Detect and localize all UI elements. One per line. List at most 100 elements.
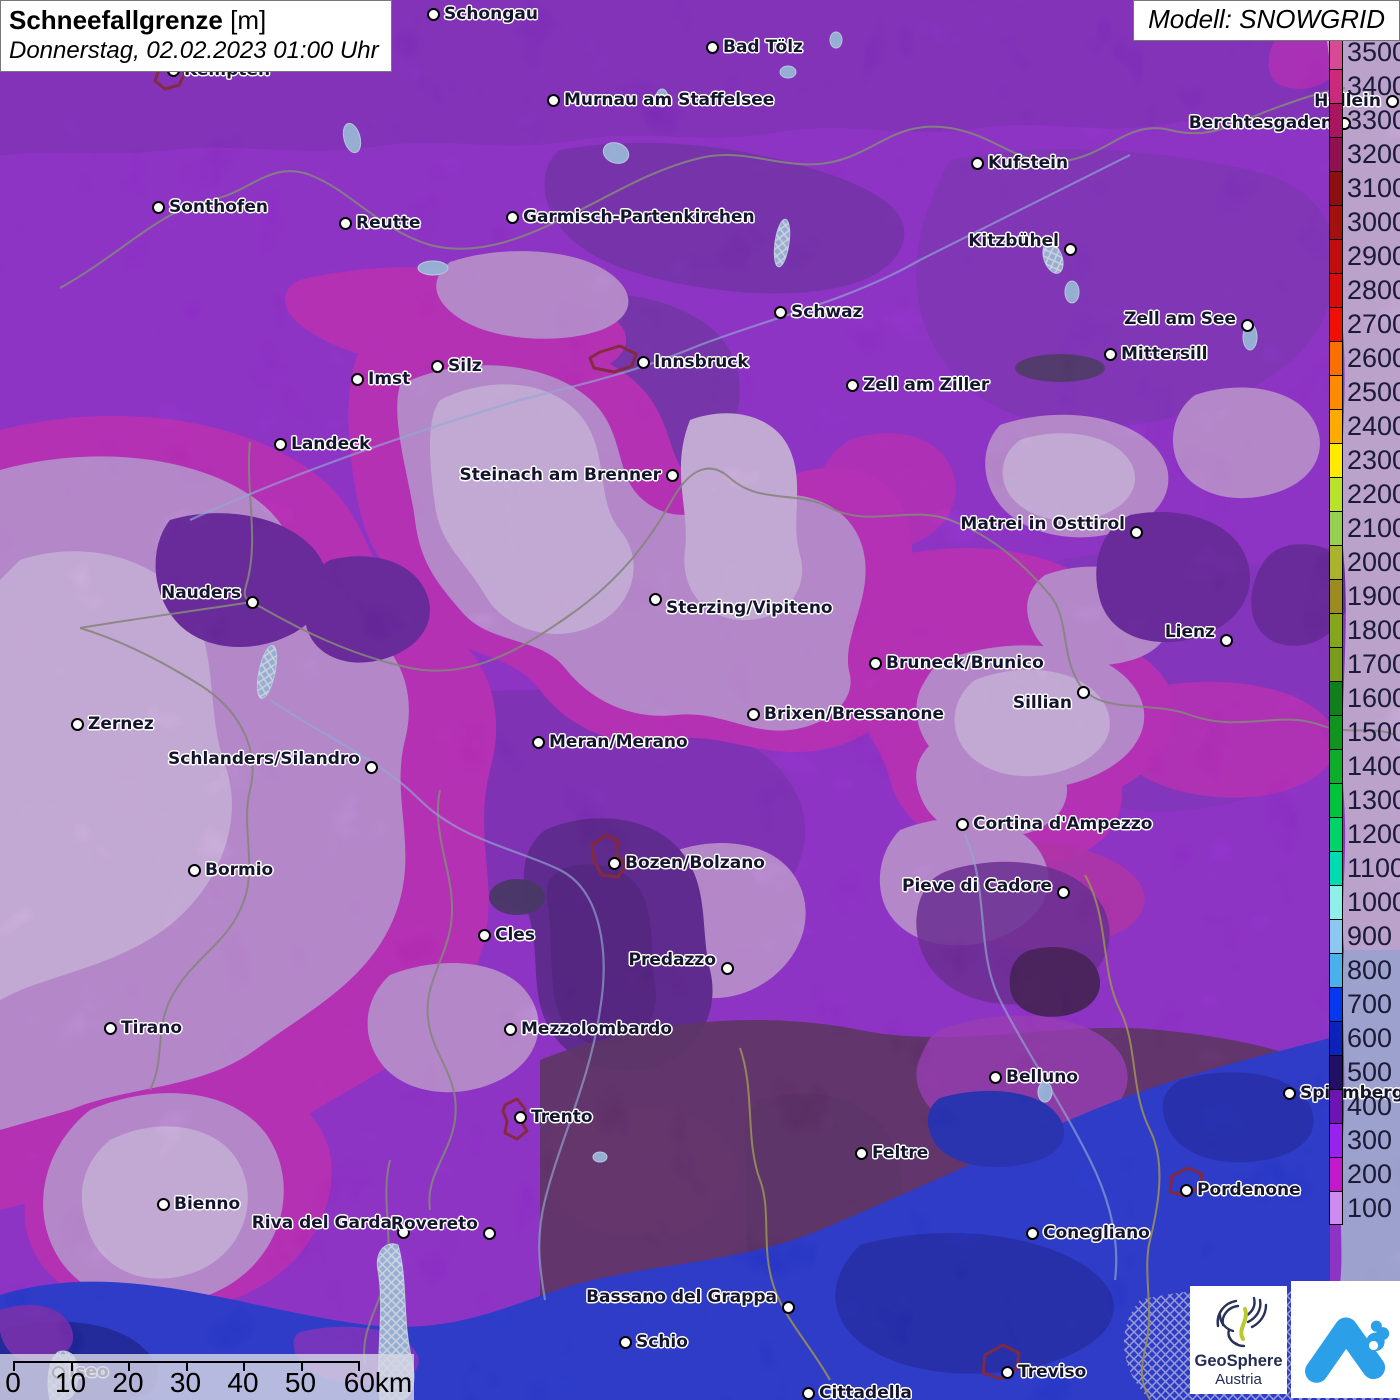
- city-dot: [478, 929, 491, 942]
- weather-map-screenshot: SchongauBad TölzKemptenMurnau am Staffel…: [0, 0, 1400, 1400]
- colorbar-swatch: [1329, 1157, 1343, 1191]
- colorbar-swatch: [1329, 919, 1343, 953]
- colorbar-segment-2400: 2400: [1329, 409, 1400, 443]
- city-label: Bassano del Grappa: [586, 1287, 777, 1307]
- colorbar-value: 2400: [1347, 409, 1400, 443]
- colorbar-segment-400: 400: [1329, 1089, 1400, 1123]
- colorbar-segment-1300: 1300: [1329, 783, 1400, 817]
- colorbar-segment-2000: 2000: [1329, 545, 1400, 579]
- colorbar-value: 1800: [1347, 613, 1400, 647]
- colorbar-swatch: [1329, 171, 1343, 205]
- city-dot: [427, 8, 440, 21]
- colorbar-segment-2900: 2900: [1329, 239, 1400, 273]
- city-dot: [774, 306, 787, 319]
- colorbar-segment-3000: 3000: [1329, 205, 1400, 239]
- city-dot: [637, 356, 650, 369]
- colorbar-value: 2100: [1347, 511, 1400, 545]
- colorbar-value: 1600: [1347, 681, 1400, 715]
- geosphere-logo-subtext: Austria: [1190, 1371, 1287, 1388]
- colorbar-value: 1200: [1347, 817, 1400, 851]
- city-dot: [1026, 1227, 1039, 1240]
- colorbar-swatch: [1329, 783, 1343, 817]
- city-dot: [246, 596, 259, 609]
- title-unit: [m]: [230, 5, 266, 35]
- mountain-cloud-icon: [1300, 1294, 1392, 1386]
- city-dot: [188, 864, 201, 877]
- colorbar-swatch: [1329, 375, 1343, 409]
- city-dot: [1283, 1087, 1296, 1100]
- city-dot: [608, 857, 621, 870]
- colorbar-value: 3000: [1347, 205, 1400, 239]
- city-label: Murnau am Staffelsee: [564, 90, 774, 110]
- colorbar-segment-3300: 3300: [1329, 103, 1400, 137]
- city-dot: [956, 818, 969, 831]
- city-dot: [855, 1147, 868, 1160]
- colorbar-value: 2200: [1347, 477, 1400, 511]
- city-dot: [365, 761, 378, 774]
- city-dot: [351, 373, 364, 386]
- colorbar-value: 3400: [1347, 69, 1400, 103]
- city-label: Schlanders/Silandro: [168, 749, 360, 769]
- colorbar-segment-1900: 1900: [1329, 579, 1400, 613]
- city-label: Tirano: [121, 1018, 182, 1038]
- city-dot: [104, 1022, 117, 1035]
- city-label: Meran/Merano: [549, 732, 688, 752]
- city-label: Bruneck/Brunico: [886, 653, 1044, 673]
- city-label: Garmisch-Partenkirchen: [523, 207, 755, 227]
- colorbar-swatch: [1329, 953, 1343, 987]
- colorbar-segment-2300: 2300: [1329, 443, 1400, 477]
- colorbar-segment-2800: 2800: [1329, 273, 1400, 307]
- colorbar-swatch: [1329, 341, 1343, 375]
- city-label: Cortina d'Ampezzo: [973, 814, 1152, 834]
- city-label: Steinach am Brenner: [460, 465, 662, 485]
- geosphere-contour-icon: [1206, 1290, 1272, 1350]
- colorbar-segment-1200: 1200: [1329, 817, 1400, 851]
- colorbar-value: 900: [1347, 919, 1392, 953]
- colorbar-swatch: [1329, 1089, 1343, 1123]
- colorbar-swatch: [1329, 307, 1343, 341]
- city-label: Kitzbühel: [968, 231, 1059, 251]
- colorbar-value: 100: [1347, 1191, 1392, 1225]
- city-dot: [747, 708, 760, 721]
- title-datetime: Donnerstag, 02.02.2023 01:00 Uhr: [9, 37, 379, 65]
- colorbar-swatch: [1329, 579, 1343, 613]
- city-dot: [431, 360, 444, 373]
- colorbar-value: 3200: [1347, 137, 1400, 171]
- city-dot: [1130, 526, 1143, 539]
- city-dot: [1077, 686, 1090, 699]
- city-dot: [706, 41, 719, 54]
- city-dot: [1220, 634, 1233, 647]
- city-label: Matrei in Osttirol: [960, 514, 1125, 534]
- city-dot: [846, 379, 859, 392]
- colorbar-segment-2600: 2600: [1329, 341, 1400, 375]
- colorbar-segment-300: 300: [1329, 1123, 1400, 1157]
- colorbar-value: 1700: [1347, 647, 1400, 681]
- colorbar-swatch: [1329, 273, 1343, 307]
- city-label: Cittadella: [819, 1383, 912, 1400]
- colorbar-value: 300: [1347, 1123, 1392, 1157]
- city-dot: [971, 157, 984, 170]
- city-dot: [532, 736, 545, 749]
- colorbar-value: 1000: [1347, 885, 1400, 919]
- city-label: Nauders: [161, 583, 241, 603]
- model-label: Modell: SNOWGRID: [1133, 0, 1400, 41]
- colorbar-swatch: [1329, 511, 1343, 545]
- colorbar-value: 800: [1347, 953, 1392, 987]
- city-dot: [547, 94, 560, 107]
- colorbar-segment-100: 100: [1329, 1191, 1400, 1225]
- city-label: Schwaz: [791, 302, 863, 322]
- city-label: Sonthofen: [169, 197, 268, 217]
- city-label: Belluno: [1006, 1067, 1078, 1087]
- colorbar-value: 1400: [1347, 749, 1400, 783]
- city-label: Trento: [531, 1107, 593, 1127]
- colorbar-swatch: [1329, 987, 1343, 1021]
- city-label: Landeck: [291, 434, 371, 454]
- colorbar-segment-2500: 2500: [1329, 375, 1400, 409]
- colorbar-value: 2700: [1347, 307, 1400, 341]
- colorbar-value: 2000: [1347, 545, 1400, 579]
- city-dot: [782, 1301, 795, 1314]
- colorbar-value: 1900: [1347, 579, 1400, 613]
- city-label: Bad Tölz: [723, 37, 803, 57]
- city-label: Pieve di Cadore: [902, 876, 1052, 896]
- city-dot: [1064, 243, 1077, 256]
